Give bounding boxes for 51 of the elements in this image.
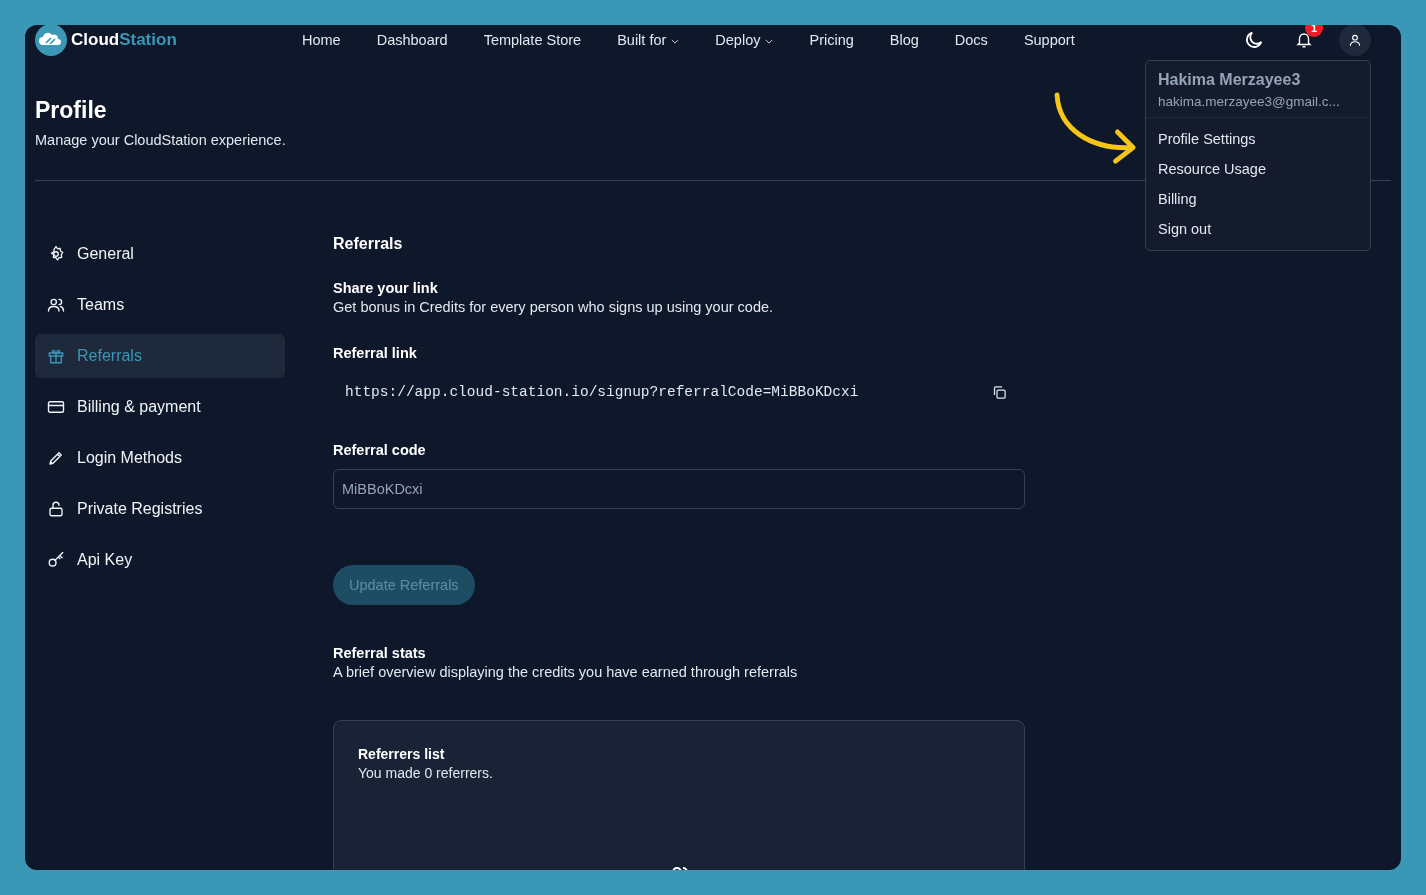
sidebar-item[interactable]: Billing & payment <box>35 385 285 429</box>
padlock-icon <box>47 500 65 518</box>
menu-item[interactable]: Billing <box>1146 184 1370 214</box>
menu-item[interactable]: Sign out <box>1146 214 1370 244</box>
brand-name[interactable]: CloudStation <box>71 30 177 50</box>
user-icon <box>1348 33 1362 47</box>
update-referrals-button: Update Referrals <box>333 565 475 605</box>
page-title: Profile <box>35 97 108 124</box>
share-description: Get bonus in Credits for every person who signs up using your code. <box>333 299 775 315</box>
section-title: Referrals <box>333 235 404 253</box>
nav-link[interactable]: Deploy <box>715 32 774 48</box>
share-heading: Share your link <box>333 280 439 296</box>
nav-link[interactable]: Support <box>1023 32 1075 48</box>
referrers-count-text: You made 0 referrers. <box>358 765 494 781</box>
sidebar-item[interactable]: Referrals <box>35 334 285 378</box>
nav-link[interactable]: Template Store <box>483 32 582 48</box>
copy-icon[interactable] <box>992 384 1007 400</box>
user-email: hakima.merzayee3@gmail.c... <box>1158 94 1341 109</box>
notification-badge: 1 <box>1305 25 1323 37</box>
nav-link[interactable]: Docs <box>954 32 988 48</box>
stats-description: A brief overview displaying the credits you have earned through referrals <box>333 664 799 680</box>
sidebar-item[interactable]: Teams <box>35 283 285 327</box>
sidebar-item[interactable]: General <box>35 232 285 276</box>
credit-card-icon <box>47 398 65 416</box>
nav-link[interactable]: Pricing <box>809 32 854 48</box>
sidebar-item[interactable]: Api Key <box>35 538 285 582</box>
key-icon <box>47 551 65 569</box>
menu-item[interactable]: Resource Usage <box>1146 154 1370 184</box>
cloud-logo-icon <box>35 25 67 56</box>
chevron-down-icon <box>765 39 774 44</box>
user-name: Hakima Merzayee3 <box>1158 71 1302 89</box>
pen-icon <box>47 449 65 467</box>
referral-code-label: Referral code <box>333 442 427 458</box>
referral-code-field[interactable]: MiBBoKDcxi <box>333 469 1025 509</box>
user-avatar-button[interactable] <box>1339 25 1371 56</box>
nav-link[interactable]: Built for <box>617 32 680 48</box>
users-icon <box>47 296 65 314</box>
menu-item[interactable]: Profile Settings <box>1146 124 1370 154</box>
sidebar-item[interactable]: Login Methods <box>35 436 285 480</box>
referral-link-label: Referral link <box>333 345 418 361</box>
gift-icon <box>47 347 65 365</box>
sidebar-item[interactable]: Private Registries <box>35 487 285 531</box>
page-subtitle: Manage your CloudStation experience. <box>35 132 286 148</box>
nav-link[interactable]: Dashboard <box>376 32 448 48</box>
referrers-list-title: Referrers list <box>358 746 446 762</box>
chevron-down-icon <box>671 39 680 44</box>
nav-link[interactable]: Home <box>302 32 341 48</box>
bell-icon[interactable] <box>1295 31 1313 49</box>
stats-heading: Referral stats <box>333 645 427 661</box>
nav-link[interactable]: Blog <box>889 32 919 48</box>
moon-icon[interactable] <box>1243 29 1265 51</box>
